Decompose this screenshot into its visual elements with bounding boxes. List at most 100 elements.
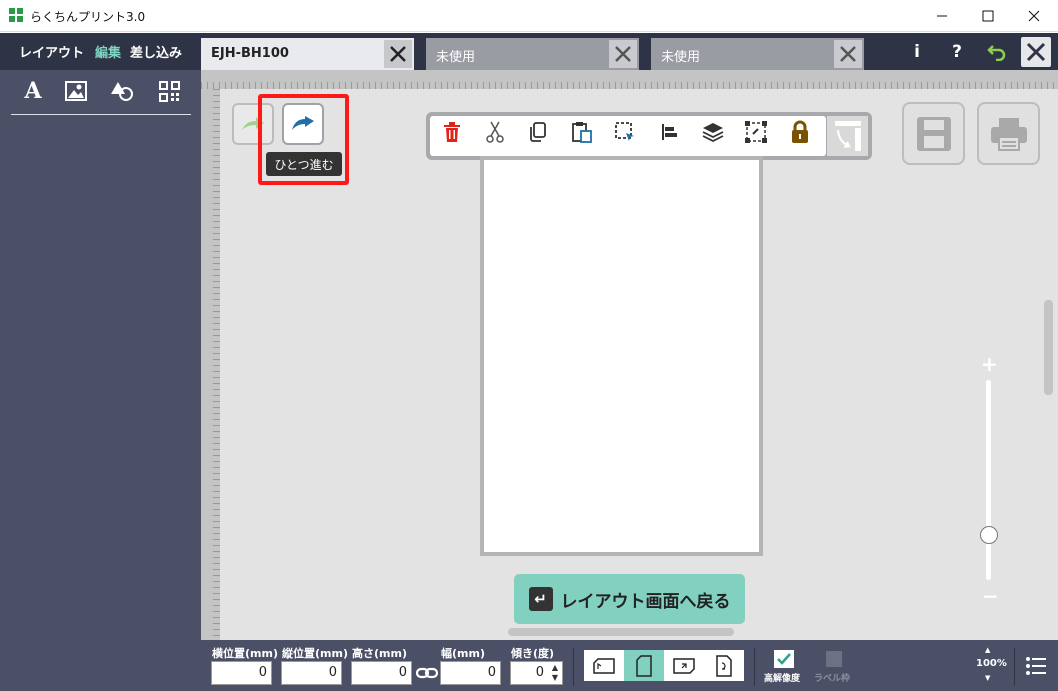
orientation-button-1[interactable] [584,650,624,681]
tab-layout[interactable]: レイアウト [19,42,84,61]
label-page[interactable] [480,156,763,556]
divider [754,648,755,686]
back-to-layout-button[interactable]: ↵ レイアウト画面へ戻る [514,574,745,624]
minimize-button[interactable] [919,0,965,32]
close-tab-button[interactable] [609,40,637,68]
maximize-button[interactable] [965,0,1011,32]
layers-icon [702,123,724,142]
close-tab-button[interactable] [834,40,862,68]
help-button[interactable]: ? [943,38,971,66]
help-icon: ? [952,42,962,62]
group-icon [745,121,767,143]
align-button[interactable] [658,120,682,144]
highlight-box [258,94,349,185]
vertical-ruler [201,89,220,640]
link-icon [416,667,438,679]
add-qrcode-button[interactable] [157,79,181,103]
close-app-button[interactable] [1021,37,1051,67]
lock-button[interactable] [788,120,812,144]
zoom-slider-thumb[interactable] [980,526,998,544]
edit-toolbar [426,112,872,160]
close-icon [1028,10,1040,22]
divider [573,648,574,686]
tab-edit[interactable]: 編集 [95,42,121,61]
close-window-button[interactable] [1011,0,1057,32]
document-tab-label: 未使用 [436,50,476,65]
chevron-up-icon: ▲ [551,663,559,672]
hires-checkbox[interactable] [774,650,794,668]
zoom-down-icon[interactable]: ▼ [985,674,990,682]
print-button[interactable] [977,102,1040,165]
document-tab-3[interactable]: 未使用 [651,38,864,70]
layers-button[interactable] [701,120,725,144]
align-icon [662,124,677,140]
aspect-link-button[interactable] [416,665,438,681]
orientation-button-3[interactable] [664,650,704,681]
labelframe-label: ラベル枠 [814,674,851,684]
select-icon [615,122,634,141]
save-button[interactable] [902,102,965,165]
copy-icon [530,122,546,142]
sidebar-tabs: レイアウト 編集 差し込み [0,33,201,70]
group-button[interactable] [744,120,768,144]
width-field[interactable]: 0 [440,661,501,685]
info-icon: i [914,42,920,62]
horizontal-scrollbar[interactable] [508,628,734,636]
y-position-field[interactable]: 0 [281,661,342,685]
cut-button[interactable] [483,120,507,144]
add-text-button[interactable]: A [21,78,45,104]
info-button[interactable]: i [903,38,931,66]
zoom-slider-track[interactable] [986,380,991,580]
x-position-label: 横位置(mm) [212,647,278,660]
print-icon [990,117,1027,151]
labelframe-checkbox[interactable] [826,651,842,667]
app-icon [9,8,23,22]
vertical-scrollbar[interactable] [1044,300,1053,395]
document-tab-label: 未使用 [661,50,701,65]
close-tab-button[interactable] [384,40,412,68]
orientation-1-icon [593,657,615,674]
height-field[interactable]: 0 [351,661,412,685]
orientation-button-4[interactable] [704,650,744,681]
window-title: らくちんプリント3.0 [30,10,146,24]
orientation-4-icon [716,654,732,677]
close-icon [1026,42,1046,62]
select-button[interactable] [613,120,637,144]
tab-merge[interactable]: 差し込み [130,42,182,61]
y-position-label: 縦位置(mm) [282,647,348,660]
zoom-up-icon[interactable]: ▲ [985,646,990,654]
width-label: 幅(mm) [441,647,485,660]
x-position-field[interactable]: 0 [211,661,272,685]
document-tab-2[interactable]: 未使用 [426,38,639,70]
cut-icon [486,121,504,143]
zoom-out-button[interactable]: − [982,584,999,608]
return-button[interactable] [983,38,1011,66]
sidebar: レイアウト 編集 差し込み A [0,33,201,691]
add-image-button[interactable] [64,79,88,103]
save-icon [916,116,951,151]
orientation-3-icon [673,657,695,674]
orientation-button-2[interactable] [624,650,664,681]
add-shape-button[interactable] [110,79,134,103]
list-icon [1026,657,1046,675]
close-icon [615,46,631,62]
document-tab-1[interactable]: EJH-BH100 [201,38,414,70]
delete-button[interactable] [440,120,464,144]
angle-stepper[interactable]: ▲ ▼ [548,661,562,685]
copy-button[interactable] [526,120,550,144]
object-list-button[interactable] [1024,654,1048,678]
paste-button[interactable] [570,120,594,144]
horizontal-ruler [201,70,1058,89]
zoom-in-button[interactable]: + [981,352,998,376]
minimize-icon [937,15,947,17]
qrcode-icon [158,80,180,102]
trash-icon [444,122,460,142]
window-titlebar: らくちんプリント3.0 [0,0,1058,32]
orientation-selector [584,650,744,681]
sidebar-divider [11,114,191,115]
angle-label: 傾き(度) [511,647,555,660]
shape-icon [111,82,133,101]
close-icon [390,46,406,62]
zoom-level[interactable]: 100% [976,658,1007,669]
rotate-button[interactable] [827,116,868,156]
